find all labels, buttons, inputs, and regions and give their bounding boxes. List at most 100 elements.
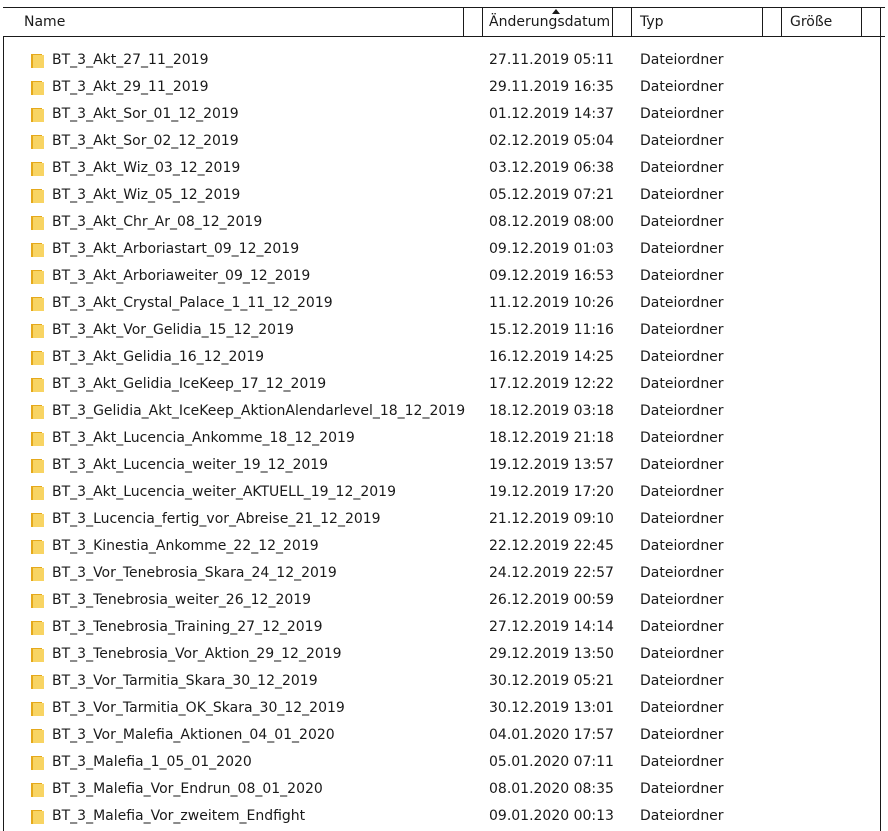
file-row[interactable]: BT_3_Akt_27_11_2019 27.11.2019 05:11 Datei…: [0, 47, 888, 74]
file-row[interactable]: BT_3_Akt_Arboriastart_09_12_2019 09.12.20…: [0, 236, 888, 263]
file-row[interactable]: BT_3_Kinestia_Ankomme_22_12_2019 22.12.20…: [0, 533, 888, 560]
file-date: 05.12.2019 07:21: [489, 187, 614, 203]
column-header-name[interactable]: Name: [24, 8, 65, 37]
file-name: BT_3_Vor_Malefia_Aktionen_04_01_2020: [52, 727, 335, 743]
file-row[interactable]: BT_3_Tenebrosia_weiter_26_12_2019 26.12.2…: [0, 587, 888, 614]
column-header-type[interactable]: Typ: [640, 8, 664, 37]
file-name: BT_3_Akt_Sor_01_12_2019: [52, 106, 239, 122]
file-list: BT_3_Akt_27_11_2019 27.11.2019 05:11 Datei…: [0, 47, 888, 830]
file-row[interactable]: BT_3_Akt_Crystal_Palace_1_11_12_2019 11.1…: [0, 290, 888, 317]
folder-icon: [31, 783, 44, 797]
file-name: BT_3_Vor_Tenebrosia_Skara_24_12_2019: [52, 565, 337, 581]
file-type: Dateiordner: [640, 646, 724, 662]
file-row[interactable]: BT_3_Vor_Tarmitia_OK_Skara_30_12_2019 30.…: [0, 695, 888, 722]
file-type: Dateiordner: [640, 133, 724, 149]
file-row[interactable]: BT_3_Vor_Tarmitia_Skara_30_12_2019 30.12.…: [0, 668, 888, 695]
file-date: 18.12.2019 03:18: [489, 403, 614, 419]
column-divider-type-2[interactable]: [781, 8, 782, 37]
file-type: Dateiordner: [640, 322, 724, 338]
file-row[interactable]: BT_3_Akt_29_11_2019 29.11.2019 16:35 Datei…: [0, 74, 888, 101]
file-row[interactable]: BT_3_Vor_Malefia_Aktionen_04_01_2020 04.0…: [0, 722, 888, 749]
file-row[interactable]: BT_3_Malefia_Vor_Endrun_08_01_2020 08.01.…: [0, 776, 888, 803]
file-row[interactable]: BT_3_Akt_Chr_Ar_08_12_2019 08.12.2019 08:…: [0, 209, 888, 236]
column-header-date[interactable]: Änderungsdatum: [489, 8, 610, 37]
column-divider-date-2[interactable]: [631, 8, 632, 37]
column-divider-type[interactable]: [762, 8, 763, 37]
file-date: 18.12.2019 21:18: [489, 430, 614, 446]
file-type: Dateiordner: [640, 349, 724, 365]
folder-icon: [31, 135, 44, 149]
column-header-bar: Name Änderungsdatum Typ Größe: [3, 7, 885, 37]
file-row[interactable]: BT_3_Akt_Lucencia_weiter_19_12_2019 19.12…: [0, 452, 888, 479]
folder-icon: [31, 621, 44, 635]
file-row[interactable]: BT_3_Akt_Gelidia_16_12_2019 16.12.2019 14…: [0, 344, 888, 371]
file-name: BT_3_Vor_Tarmitia_OK_Skara_30_12_2019: [52, 700, 345, 716]
file-date: 22.12.2019 22:45: [489, 538, 614, 554]
folder-icon: [31, 243, 44, 257]
folder-icon: [31, 810, 44, 824]
file-type: Dateiordner: [640, 241, 724, 257]
file-row[interactable]: BT_3_Akt_Sor_01_12_2019 01.12.2019 14:37 D…: [0, 101, 888, 128]
file-type: Dateiordner: [640, 673, 724, 689]
folder-icon: [31, 405, 44, 419]
file-row[interactable]: BT_3_Vor_Tenebrosia_Skara_24_12_2019 24.1…: [0, 560, 888, 587]
file-row[interactable]: BT_3_Akt_Sor_02_12_2019 02.12.2019 05:04 D…: [0, 128, 888, 155]
folder-icon: [31, 108, 44, 122]
folder-icon: [31, 567, 44, 581]
file-name: BT_3_Gelidia_Akt_IceKeep_AktionAlendarle…: [52, 403, 466, 419]
file-row[interactable]: BT_3_Akt_Lucencia_weiter_AKTUELL_19_12_2…: [0, 479, 888, 506]
folder-icon: [31, 702, 44, 716]
file-date: 08.12.2019 08:00: [489, 214, 614, 230]
file-date: 24.12.2019 22:57: [489, 565, 614, 581]
file-row[interactable]: BT_3_Malefia_Vor_zweitem_Endfight 09.01.2…: [0, 803, 888, 830]
file-row[interactable]: BT_3_Akt_Wiz_05_12_2019 05.12.2019 07:21 D…: [0, 182, 888, 209]
file-row[interactable]: BT_3_Akt_Vor_Gelidia_15_12_2019 15.12.201…: [0, 317, 888, 344]
file-date: 26.12.2019 00:59: [489, 592, 614, 608]
folder-icon: [31, 756, 44, 770]
file-name: BT_3_Vor_Tarmitia_Skara_30_12_2019: [52, 673, 318, 689]
file-row[interactable]: BT_3_Tenebrosia_Vor_Aktion_29_12_2019 29.…: [0, 641, 888, 668]
column-divider-date[interactable]: [612, 8, 613, 37]
file-type: Dateiordner: [640, 592, 724, 608]
file-row[interactable]: BT_3_Gelidia_Akt_IceKeep_AktionAlendarle…: [0, 398, 888, 425]
file-date: 30.12.2019 13:01: [489, 700, 614, 716]
folder-icon: [31, 378, 44, 392]
file-row[interactable]: BT_3_Akt_Arboriaweiter_09_12_2019 09.12.2…: [0, 263, 888, 290]
folder-icon: [31, 729, 44, 743]
file-type: Dateiordner: [640, 511, 724, 527]
file-date: 09.12.2019 16:53: [489, 268, 614, 284]
file-name: BT_3_Akt_Sor_02_12_2019: [52, 133, 239, 149]
column-divider-size-2[interactable]: [880, 8, 881, 37]
file-name: BT_3_Akt_Lucencia_weiter_AKTUELL_19_12_2…: [52, 484, 396, 500]
file-type: Dateiordner: [640, 781, 724, 797]
file-date: 03.12.2019 06:38: [489, 160, 614, 176]
file-date: 27.11.2019 05:11: [489, 52, 614, 68]
column-divider-size[interactable]: [861, 8, 862, 37]
file-date: 16.12.2019 14:25: [489, 349, 614, 365]
file-row[interactable]: BT_3_Akt_Gelidia_IceKeep_17_12_2019 17.12…: [0, 371, 888, 398]
file-date: 19.12.2019 17:20: [489, 484, 614, 500]
folder-icon: [31, 486, 44, 500]
file-row[interactable]: BT_3_Tenebrosia_Training_27_12_2019 27.12…: [0, 614, 888, 641]
column-divider-name[interactable]: [463, 8, 464, 37]
file-date: 15.12.2019 11:16: [489, 322, 614, 338]
file-date: 27.12.2019 14:14: [489, 619, 614, 635]
file-row[interactable]: BT_3_Akt_Lucencia_Ankomme_18_12_2019 18.1…: [0, 425, 888, 452]
file-type: Dateiordner: [640, 403, 724, 419]
file-date: 11.12.2019 10:26: [489, 295, 614, 311]
file-row[interactable]: BT_3_Malefia_1_05_01_2020 05.01.2020 07:1…: [0, 749, 888, 776]
file-name: BT_3_Akt_Arboriaweiter_09_12_2019: [52, 268, 311, 284]
column-header-size[interactable]: Größe: [790, 8, 832, 37]
file-type: Dateiordner: [640, 376, 724, 392]
folder-icon: [31, 351, 44, 365]
file-name: BT_3_Akt_Lucencia_weiter_19_12_2019: [52, 457, 329, 473]
file-name: BT_3_Tenebrosia_Training_27_12_2019: [52, 619, 323, 635]
folder-icon: [31, 270, 44, 284]
file-date: 02.12.2019 05:04: [489, 133, 614, 149]
column-divider-name-2[interactable]: [482, 8, 483, 37]
file-name: BT_3_Akt_27_11_2019: [52, 52, 209, 68]
file-row[interactable]: BT_3_Akt_Wiz_03_12_2019 03.12.2019 06:38 D…: [0, 155, 888, 182]
file-date: 09.12.2019 01:03: [489, 241, 614, 257]
file-row[interactable]: BT_3_Lucencia_fertig_vor_Abreise_21_12_2…: [0, 506, 888, 533]
file-name: BT_3_Akt_Vor_Gelidia_15_12_2019: [52, 322, 294, 338]
